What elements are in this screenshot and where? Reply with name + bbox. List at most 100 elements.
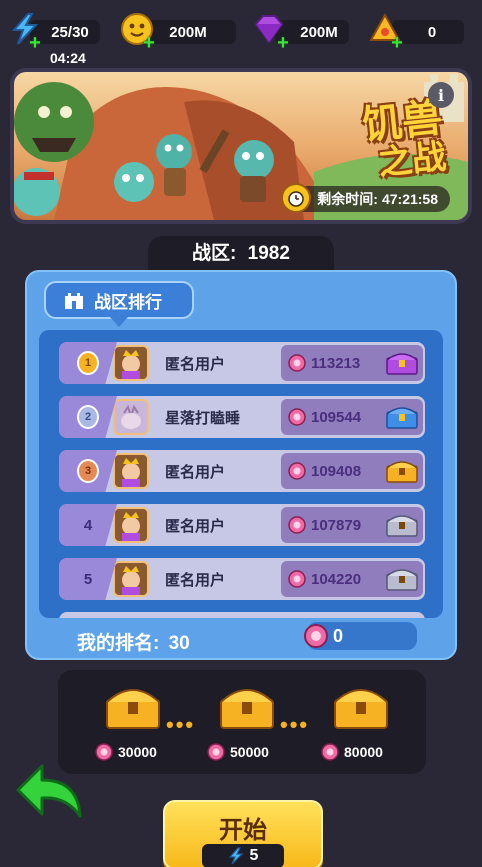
rank-medal-icon: 3 [77, 459, 99, 483]
gold-value: 200M [169, 23, 207, 41]
ranking-row[interactable]: 1 匿名用户 113213 [59, 342, 425, 384]
gold-chest-icon[interactable] [212, 682, 282, 730]
stopwatch-icon [281, 183, 312, 213]
avatar[interactable] [113, 561, 149, 597]
silver-chest-icon [386, 515, 418, 537]
badge-icon [95, 743, 113, 761]
ranking-row[interactable]: 4 匿名用户 107879 [59, 504, 425, 546]
start-label: 开始 [219, 816, 267, 844]
reward-threshold: 30000 [94, 742, 157, 762]
ranking-row[interactable]: 2 星落打瞌睡 109544 [59, 396, 425, 438]
princess-avatar-icon [122, 458, 140, 487]
ticket-value: 0 [427, 23, 437, 41]
add-energy-icon[interactable]: + [28, 33, 42, 53]
rank-cell: 2 [59, 396, 117, 438]
zone-header: 战区: 1982 [148, 236, 334, 274]
gem-value: 200M [300, 23, 338, 41]
score-box: 109544 [281, 399, 423, 435]
info-button[interactable]: i [428, 82, 454, 108]
player-name: 匿名用户 [165, 355, 226, 373]
gold-chest-icon[interactable] [98, 682, 168, 730]
start-button[interactable]: 开始 5 [163, 800, 323, 867]
badge-icon [288, 354, 306, 372]
player-score: 113213 [311, 354, 361, 372]
player-score: 104220 [311, 570, 362, 588]
score-box: 113213 [281, 345, 423, 381]
my-score-value: 0 [333, 625, 344, 646]
add-gem-icon[interactable]: + [276, 33, 290, 53]
lightning-icon [228, 847, 243, 865]
back-arrow-icon[interactable] [14, 762, 84, 824]
event-title-line2: 之战 [376, 136, 449, 184]
player-score: 109408 [311, 462, 362, 480]
rank-medal-icon: 1 [77, 351, 99, 375]
princess-avatar-icon [122, 512, 140, 541]
zone-label: 战区: [192, 243, 237, 264]
player-name: 匿名用户 [165, 463, 226, 481]
zone-number: 1982 [247, 243, 290, 264]
dragon-avatar-icon [121, 404, 141, 429]
ranking-row[interactable]: 3 匿名用户 109408 [59, 450, 425, 492]
princess-avatar-icon [122, 350, 140, 379]
badge-icon [288, 516, 306, 534]
score-box: 107879 [281, 507, 423, 543]
tab-zone-ranking[interactable]: 战区排行 [44, 281, 194, 327]
avatar[interactable] [113, 345, 149, 381]
ranking-list[interactable]: 1 匿名用户 113213 2 星落打瞌睡 109544 3 匿名用户 1094… [39, 330, 443, 618]
energy-timer: 04:24 [50, 50, 86, 66]
avatar[interactable] [113, 453, 149, 489]
player-name: 匿名用户 [165, 517, 226, 535]
player-name: 匿名用户 [165, 571, 226, 589]
badge-icon [288, 570, 306, 588]
remaining-time: 47:21:58 [381, 191, 438, 207]
avatar[interactable] [113, 399, 149, 435]
badge-icon [207, 743, 225, 761]
badge-icon [321, 743, 339, 761]
remaining-time-pill: 剩余时间: 47:21:58 [281, 183, 450, 213]
ranking-row[interactable]: 5 匿名用户 104220 [59, 558, 425, 600]
badge-icon [304, 624, 328, 648]
event-banner: 饥兽 之战 i 剩余时间: 47:21:58 [10, 68, 472, 224]
badge-icon [288, 408, 306, 426]
princess-avatar-icon [122, 566, 140, 595]
progress-dots: ••• [280, 712, 310, 737]
reward-track: ••• ••• 30000 50000 80000 [58, 670, 426, 774]
my-rank-label: 我的排名: [77, 633, 160, 654]
start-cost-value: 5 [249, 847, 259, 864]
remaining-label: 剩余时间: [317, 191, 378, 207]
rank-cell: 1 [59, 342, 117, 384]
start-cost: 5 [202, 844, 284, 867]
player-score: 107879 [311, 516, 362, 534]
ranking-panel: 战区排行 1 匿名用户 113213 2 星落打瞌睡 109544 3 匿名用户… [25, 270, 457, 660]
info-icon: i [437, 85, 445, 105]
event-title: 饥兽 之战 [360, 95, 449, 184]
rank-cell: 4 [59, 504, 117, 546]
add-ticket-icon[interactable]: + [390, 33, 404, 53]
score-box: 104220 [281, 561, 423, 597]
event-banner-art: 饥兽 之战 i 剩余时间: 47:21:58 [14, 72, 468, 220]
blue-chest-icon [386, 407, 418, 429]
my-rank-value: 30 [168, 633, 190, 654]
tab-zone-ranking-label: 战区排行 [94, 292, 162, 312]
gold-chest-icon [386, 461, 418, 483]
progress-dots: ••• [166, 712, 196, 737]
energy-value: 25/30 [51, 23, 89, 41]
gold-chest-icon[interactable] [326, 682, 396, 730]
avatar[interactable] [113, 507, 149, 543]
purple-chest-icon [386, 353, 418, 375]
player-score: 109544 [311, 408, 362, 426]
castle-icon [65, 293, 83, 309]
add-gold-icon[interactable]: + [142, 33, 156, 53]
badge-icon [288, 462, 306, 480]
rank-medal-icon: 2 [77, 405, 99, 429]
silver-chest-icon [386, 569, 418, 591]
reward-threshold: 50000 [206, 742, 269, 762]
rank-cell: 5 [59, 558, 117, 600]
my-score: 0 [304, 622, 417, 650]
resource-bar: 25/30 + 04:24 200M + 200M + 0 + [0, 0, 482, 66]
score-box: 109408 [281, 453, 423, 489]
reward-threshold: 80000 [320, 742, 383, 762]
rank-cell: 3 [59, 450, 117, 492]
player-name: 星落打瞌睡 [165, 409, 241, 427]
ranking-row[interactable] [59, 612, 425, 618]
